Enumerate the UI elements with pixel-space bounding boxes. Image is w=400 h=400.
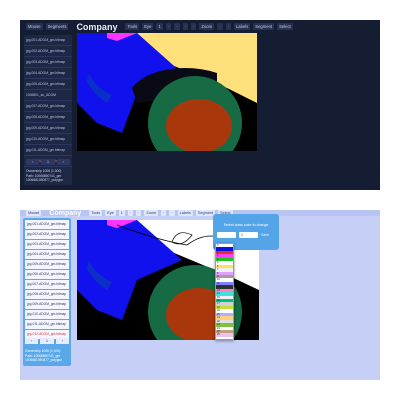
toolbar-button[interactable]: Mouse: [26, 210, 42, 216]
file-list-item[interactable]: jpg-002-ADGM_gm.bitmap: [24, 46, 72, 57]
toolbar-button[interactable]: Labels: [177, 210, 193, 216]
file-list-item[interactable]: jpg-011-ADGM_gm.bitmap: [25, 320, 69, 330]
file-list-sidebar: jpg-001-ADGM_gm.bitmap jpg-002-ADGM_gm.bi…: [23, 218, 71, 366]
file-list-item[interactable]: jpg-005-ADGM_gm.bitmap: [24, 79, 72, 90]
toolbar-button[interactable]: ·: [136, 210, 142, 216]
toolbar-button[interactable]: 1: [156, 23, 163, 30]
file-list-item[interactable]: jpg-011-ADGM_gm.bitmap: [24, 145, 72, 156]
toolbar-button[interactable]: ·: [161, 210, 167, 216]
prev-page-button[interactable]: ‹: [26, 159, 40, 165]
top-toolbar: Mouse Company Tools Eye 1 · · Zoom · · Labels Segme…: [20, 210, 380, 217]
file-list-item[interactable]: jpg-003-ADGM_gm.bitmap: [25, 240, 69, 250]
file-list-item[interactable]: jpg-004-ADGM_gm.bitmap: [24, 68, 72, 79]
file-list-item[interactable]: jpg-002-ADGM_gm.bitmap: [25, 230, 69, 240]
file-list-item[interactable]: 1006801_ac_ADGM: [24, 90, 72, 101]
toolbar-button[interactable]: Mouse: [26, 23, 43, 30]
page-number[interactable]: 1: [40, 338, 54, 344]
toolbar-button[interactable]: 1: [118, 210, 125, 216]
file-list-item[interactable]: jpg-008-ADGM_gm.bitmap: [25, 290, 69, 300]
toolbar-button[interactable]: Segment: [253, 23, 275, 30]
file-list-item[interactable]: jpg-004-ADGM_gm.bitmap: [25, 250, 69, 260]
file-list-item[interactable]: jpg-006-ADGM_gm.bitmap: [25, 270, 69, 280]
file-info: Ownership 1006 (1,000) Path: 10066850741_…: [25, 349, 69, 363]
toolbar-button[interactable]: ·: [225, 23, 231, 30]
toolbar-button[interactable]: ·: [165, 23, 172, 30]
color-option[interactable]: 26: [216, 333, 233, 337]
prev-page-button[interactable]: ‹: [25, 338, 39, 344]
toolbar-button[interactable]: Tools: [89, 210, 103, 216]
page-number[interactable]: 1: [41, 159, 55, 165]
file-list-item[interactable]: jpg-007-ADGM_gm.bitmap: [24, 101, 72, 112]
toolbar-button[interactable]: ·: [191, 23, 197, 30]
segment-red-hub: [166, 99, 232, 151]
toolbar-button[interactable]: ·: [217, 23, 223, 30]
toolbar-button[interactable]: ·: [127, 210, 134, 216]
toolbar-button[interactable]: Labels: [233, 23, 251, 30]
file-list-item[interactable]: jpg-001-ADGM_gm.bitmap: [25, 220, 69, 230]
file-list-item[interactable]: jpg-010-ADGM_gm.bitmap: [24, 134, 72, 145]
file-list-item[interactable]: jpg-009-ADGM_gm.bitmap: [24, 123, 72, 134]
file-list-item[interactable]: jpg-009-ADGM_gm.bitmap: [25, 300, 69, 310]
dark-theme-screenshot: Mouse Segments Company Tools Eye 1 · · · · Zoom · · L…: [20, 20, 380, 190]
annotation-canvas[interactable]: [77, 33, 257, 151]
toolbar-button[interactable]: Zoom: [144, 210, 159, 216]
toolbar-button[interactable]: Tools: [125, 23, 140, 30]
toolbar-button[interactable]: Segments: [45, 23, 69, 30]
file-list-sidebar: jpg-001-ADGM_gm.bitmap jpg-002-ADGM_gm.bi…: [24, 35, 72, 185]
file-list-item[interactable]: jpg-010-ADGM_gm.bitmap: [25, 310, 69, 320]
save-button[interactable]: Save: [261, 233, 269, 237]
file-list-item[interactable]: jpg-003-ADGM_gm.bitmap: [24, 57, 72, 68]
toolbar-button[interactable]: Select: [277, 23, 293, 30]
next-page-button[interactable]: ›: [55, 338, 69, 344]
info-line: 1006681050877_polygon: [25, 358, 63, 362]
color-dropdown[interactable]: 0 1 2 3 4 5 6 7 8 9 10 11 12 13 14 15 16 17 18 19 20 21 22 23 24…: [215, 243, 234, 340]
brand-logo: Company: [76, 21, 118, 32]
popup-title: Select class color to change: [223, 223, 269, 227]
color-select[interactable]: [217, 232, 236, 238]
file-list-item[interactable]: jpg-007-ADGM_gm.bitmap: [25, 280, 69, 290]
file-list: jpg-001-ADGM_gm.bitmap jpg-002-ADGM_gm.bi…: [24, 35, 72, 167]
light-theme-screenshot: Mouse Company Tools Eye 1 · · Zoom · · Labels Segme…: [20, 210, 380, 380]
toolbar-button[interactable]: Eye: [142, 23, 154, 30]
file-info: Ownership 1006 (1,000) Path: 10066850741_…: [26, 169, 70, 183]
pagination: ‹ 1 ›: [25, 338, 69, 344]
file-list-item[interactable]: jpg-005-ADGM_gm.bitmap: [25, 260, 69, 270]
file-list-item[interactable]: jpg-008-ADGM_gm.bitmap: [24, 112, 72, 123]
pagination: ‹ 1 ›: [26, 159, 70, 165]
top-toolbar: Mouse Segments Company Tools Eye 1 · · · · Zoom · · L…: [20, 20, 380, 33]
toolbar-button[interactable]: ·: [169, 210, 175, 216]
class-select[interactable]: 1: [239, 232, 258, 238]
toolbar-button[interactable]: Zoom: [199, 23, 215, 30]
toolbar-button[interactable]: Eye: [105, 210, 116, 216]
info-line: 1006681050877_polygon: [26, 178, 64, 182]
toolbar-button[interactable]: ·: [182, 23, 189, 30]
brand-logo: Company: [49, 210, 82, 217]
file-list-item[interactable]: jpg-001-ADGM_gm.bitmap: [24, 35, 72, 46]
next-page-button[interactable]: ›: [56, 159, 70, 165]
file-list: jpg-001-ADGM_gm.bitmap jpg-002-ADGM_gm.bi…: [23, 220, 71, 340]
toolbar-button[interactable]: ·: [174, 23, 180, 30]
